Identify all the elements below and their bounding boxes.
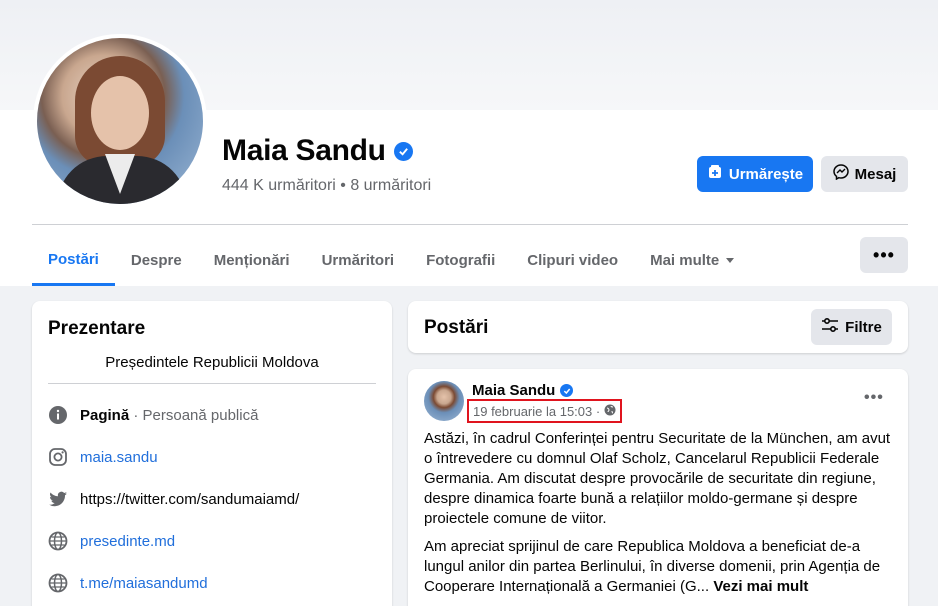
message-label: Mesaj xyxy=(854,165,897,183)
post-options-button[interactable]: ••• xyxy=(864,389,884,407)
posts-header-card: Postări Filtre xyxy=(408,301,908,353)
follow-icon xyxy=(707,164,723,184)
post-paragraph-2-text: Am apreciat sprijinul de care Republica … xyxy=(424,538,881,595)
intro-bio: Președintele Republicii Moldova xyxy=(105,354,319,371)
follow-label: Urmărește xyxy=(728,165,804,183)
twitter-link[interactable]: https://twitter.com/sandumaiamd/ xyxy=(80,491,299,508)
filter-label: Filtre xyxy=(845,318,882,336)
post-paragraph-1: Astăzi, în cadrul Conferinței pentru Sec… xyxy=(424,430,891,527)
tab-posts[interactable]: Postări xyxy=(32,236,115,286)
page-category: · Persoană publică xyxy=(129,406,259,424)
twitter-icon xyxy=(48,489,68,509)
instagram-link[interactable]: maia.sandu xyxy=(80,449,158,466)
globe-icon xyxy=(48,531,68,551)
instagram-icon xyxy=(48,447,68,467)
tab-about[interactable]: Despre xyxy=(115,236,198,284)
filter-button[interactable]: Filtre xyxy=(811,309,892,345)
post-author-name[interactable]: Maia Sandu xyxy=(472,382,555,399)
post-card: Maia Sandu 19 februarie la 15:03 · ••• A… xyxy=(408,369,908,606)
followers-count[interactable]: 444 K urmăritori • 8 urmăritori xyxy=(222,177,431,195)
intro-website[interactable]: presedinte.md xyxy=(48,531,175,551)
intro-divider xyxy=(48,383,376,384)
info-icon xyxy=(48,405,68,425)
tab-videos[interactable]: Clipuri video xyxy=(511,236,634,284)
post-timestamp[interactable]: 19 februarie la 15:03 · xyxy=(467,399,623,423)
tab-more-label: Mai multe xyxy=(650,251,720,269)
telegram-link[interactable]: t.me/maiasandumd xyxy=(80,575,208,592)
messenger-icon xyxy=(832,164,849,184)
more-dots-icon: ••• xyxy=(873,244,895,265)
header-divider xyxy=(32,224,908,225)
profile-name: Maia Sandu xyxy=(222,134,413,168)
verified-badge-icon xyxy=(393,141,413,161)
intro-telegram[interactable]: t.me/maiasandumd xyxy=(48,573,208,593)
profile-avatar[interactable] xyxy=(33,34,207,208)
profile-name-text: Maia Sandu xyxy=(222,134,386,167)
more-options-button[interactable]: ••• xyxy=(860,237,908,273)
tab-mentions[interactable]: Menționări xyxy=(198,236,306,284)
posts-title: Postări xyxy=(424,317,489,338)
post-paragraph-2: Am apreciat sprijinul de care Republica … xyxy=(424,537,894,597)
public-globe-icon xyxy=(604,404,616,419)
post-author[interactable]: Maia Sandu xyxy=(472,382,574,399)
sliders-icon xyxy=(821,317,839,337)
follow-button[interactable]: Urmărește xyxy=(697,156,813,192)
post-time-text[interactable]: 19 februarie la 15:03 · xyxy=(473,404,600,419)
intro-card: Prezentare Președintele Republicii Moldo… xyxy=(32,301,392,606)
more-dots-icon: ••• xyxy=(864,389,884,406)
message-button[interactable]: Mesaj xyxy=(821,156,908,192)
profile-tabs: Postări Despre Menționări Urmăritori Fot… xyxy=(32,236,751,286)
page-label: Pagină xyxy=(80,406,130,424)
post-author-avatar[interactable] xyxy=(424,381,464,421)
intro-title: Prezentare xyxy=(48,318,146,339)
globe-icon xyxy=(48,573,68,593)
tab-photos[interactable]: Fotografii xyxy=(410,236,511,284)
intro-instagram[interactable]: maia.sandu xyxy=(48,447,158,467)
intro-twitter[interactable]: https://twitter.com/sandumaiamd/ xyxy=(48,489,299,509)
intro-page-category: Pagină · Persoană publică xyxy=(48,405,258,425)
tab-more[interactable]: Mai multe xyxy=(634,236,751,284)
see-more-link[interactable]: Vezi mai mult xyxy=(713,578,808,595)
website-link[interactable]: presedinte.md xyxy=(80,533,175,550)
verified-badge-icon xyxy=(560,384,574,397)
tab-followers[interactable]: Urmăritori xyxy=(306,236,411,284)
caret-down-icon xyxy=(725,252,735,269)
